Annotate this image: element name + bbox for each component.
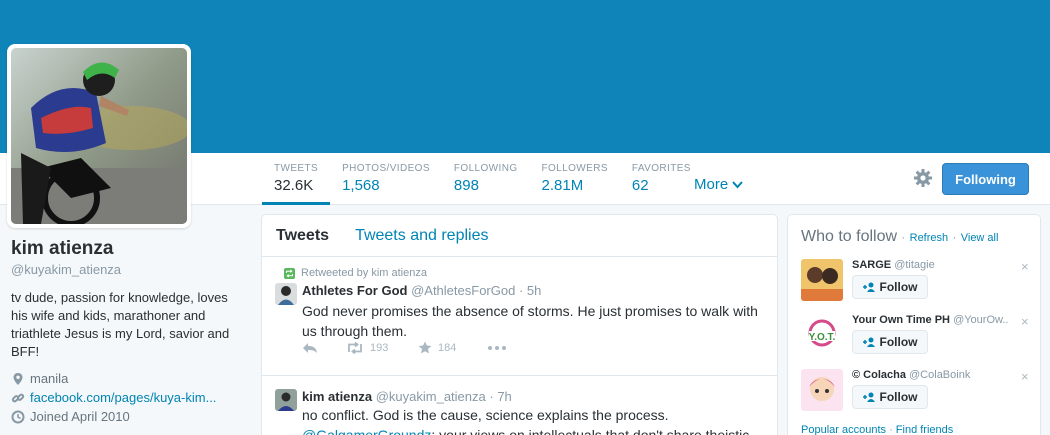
tweet-avatar[interactable] <box>275 283 297 305</box>
retweet-icon <box>348 341 362 354</box>
more-label: More <box>694 176 729 193</box>
who-to-follow-header: Who to follow · Refresh · View all <box>801 228 999 245</box>
tweet-author-handle[interactable]: @AthletesForGod <box>411 283 515 298</box>
profile-name[interactable]: kim atienza <box>11 238 236 260</box>
stat-favorites[interactable]: FAVORITES 62 <box>620 153 703 205</box>
suggestion-item: SARGE @titagie Follow × <box>801 259 1031 309</box>
reply-icon <box>303 342 317 353</box>
profile-avatar[interactable] <box>7 44 191 228</box>
joined-text: Joined April 2010 <box>30 409 130 424</box>
suggestion-name[interactable]: SARGE @titagie <box>852 259 1017 271</box>
find-friends-link[interactable]: Find friends <box>896 424 953 435</box>
favorite-action[interactable]: 184 <box>418 341 488 354</box>
tweet-actions: 193 184 <box>302 341 506 354</box>
star-icon <box>418 341 432 354</box>
retweet-badge-icon <box>284 267 295 279</box>
mention-link[interactable]: @GalgamerGroundz <box>302 427 431 435</box>
tweet-text: God never promises the absence of storms… <box>302 303 758 339</box>
tweet-text-line: no conflict. God is the cause, science e… <box>302 407 669 423</box>
suggestion-name[interactable]: © Colacha @ColaBoink <box>852 369 1017 381</box>
tweet-text: no conflict. God is the cause, science e… <box>302 405 767 435</box>
svg-text:Y.O.T.: Y.O.T. <box>809 332 836 343</box>
suggestion-avatar[interactable]: Y.O.T. <box>801 314 843 356</box>
tweet-time[interactable]: · 5h <box>519 283 541 298</box>
tweet-author-handle[interactable]: @kuyakim_atienza <box>376 389 486 404</box>
profile-location: manila <box>11 371 236 386</box>
add-user-icon <box>862 392 875 402</box>
chevron-down-icon <box>732 180 743 188</box>
follow-button[interactable]: Follow <box>852 275 928 299</box>
add-user-icon <box>862 282 875 292</box>
tweet-item[interactable]: kim atienza @kuyakim_atienza · 7h no con… <box>262 376 777 435</box>
avatar-photo <box>11 48 187 224</box>
gear-icon[interactable] <box>913 168 933 188</box>
tab-tweets-and-replies[interactable]: Tweets and replies <box>355 227 488 245</box>
tweet-text-continued: : your views on intellectuals that don't… <box>431 427 750 435</box>
retweet-context: Retweeted by kim atienza <box>284 267 427 279</box>
suggestion-avatar[interactable] <box>801 259 843 301</box>
who-to-follow-footer: Popular accounts · Find friends <box>801 424 954 435</box>
tweet-author-name[interactable]: kim atienza <box>302 389 372 404</box>
suggestion-item: Y.O.T. Your Own Time PH @YourOw.. Follow… <box>801 314 1031 364</box>
profile-website[interactable]: facebook.com/pages/kuya-kim... <box>11 390 236 405</box>
dismiss-icon[interactable]: × <box>1021 314 1029 329</box>
who-to-follow-title: Who to follow <box>801 228 898 245</box>
suggestion-name[interactable]: Your Own Time PH @YourOw.. <box>852 314 1017 326</box>
profile-joined: Joined April 2010 <box>11 409 236 424</box>
retweeted-by: Retweeted by kim atienza <box>301 267 427 279</box>
stat-tweets[interactable]: TWEETS 32.6K <box>262 153 331 205</box>
profile-card: kim atienza @kuyakim_atienza tv dude, pa… <box>11 238 236 424</box>
more-action[interactable] <box>488 345 506 350</box>
tweet-item[interactable]: Retweeted by kim atienza Athletes For Go… <box>262 257 777 376</box>
profile-stats: TWEETS 32.6K PHOTOS/VIDEOS 1,568 FOLLOWI… <box>262 153 703 205</box>
suggestion-item: © Colacha @ColaBoink Follow × <box>801 369 1031 419</box>
tweet-time[interactable]: · 7h <box>489 389 511 404</box>
view-all-link[interactable]: View all <box>961 232 999 244</box>
reply-action[interactable] <box>302 342 346 354</box>
more-dots-icon <box>488 345 506 350</box>
following-button[interactable]: Following <box>942 163 1029 195</box>
popular-accounts-link[interactable]: Popular accounts <box>801 424 886 435</box>
stat-photos-videos[interactable]: PHOTOS/VIDEOS 1,568 <box>330 153 442 205</box>
add-user-icon <box>862 337 875 347</box>
follow-button[interactable]: Follow <box>852 330 928 354</box>
profile-bio: tv dude, passion for knowledge, loves hi… <box>11 290 230 359</box>
location-pin-icon <box>13 372 23 385</box>
location-text: manila <box>30 371 69 386</box>
link-icon <box>11 393 25 402</box>
who-to-follow-panel: Who to follow · Refresh · View all SARGE… <box>787 214 1041 435</box>
retweet-action[interactable]: 193 <box>346 341 418 354</box>
follow-button[interactable]: Follow <box>852 385 928 409</box>
tweet-avatar[interactable] <box>275 389 297 411</box>
retweet-count: 193 <box>370 341 389 354</box>
clock-icon <box>11 410 25 423</box>
more-menu[interactable]: More <box>694 176 743 193</box>
stat-followers[interactable]: FOLLOWERS 2.81M <box>530 153 620 205</box>
profile-handle[interactable]: @kuyakim_atienza <box>11 262 236 277</box>
timeline-panel: Tweets Tweets and replies Retweeted by k… <box>261 214 778 435</box>
website-link[interactable]: facebook.com/pages/kuya-kim... <box>30 390 216 405</box>
suggestion-avatar[interactable] <box>801 369 843 411</box>
tweet-header: Athletes For God @AthletesForGod · 5h <box>302 283 541 298</box>
tab-tweets[interactable]: Tweets <box>276 227 329 245</box>
tweet-author-name[interactable]: Athletes For God <box>302 283 407 298</box>
tweet-header: kim atienza @kuyakim_atienza · 7h <box>302 389 512 404</box>
stat-following[interactable]: FOLLOWING 898 <box>442 153 530 205</box>
dismiss-icon[interactable]: × <box>1021 369 1029 384</box>
refresh-link[interactable]: Refresh <box>910 232 949 244</box>
timeline-tabs: Tweets Tweets and replies <box>262 215 777 257</box>
dismiss-icon[interactable]: × <box>1021 259 1029 274</box>
favorite-count: 184 <box>438 341 457 354</box>
